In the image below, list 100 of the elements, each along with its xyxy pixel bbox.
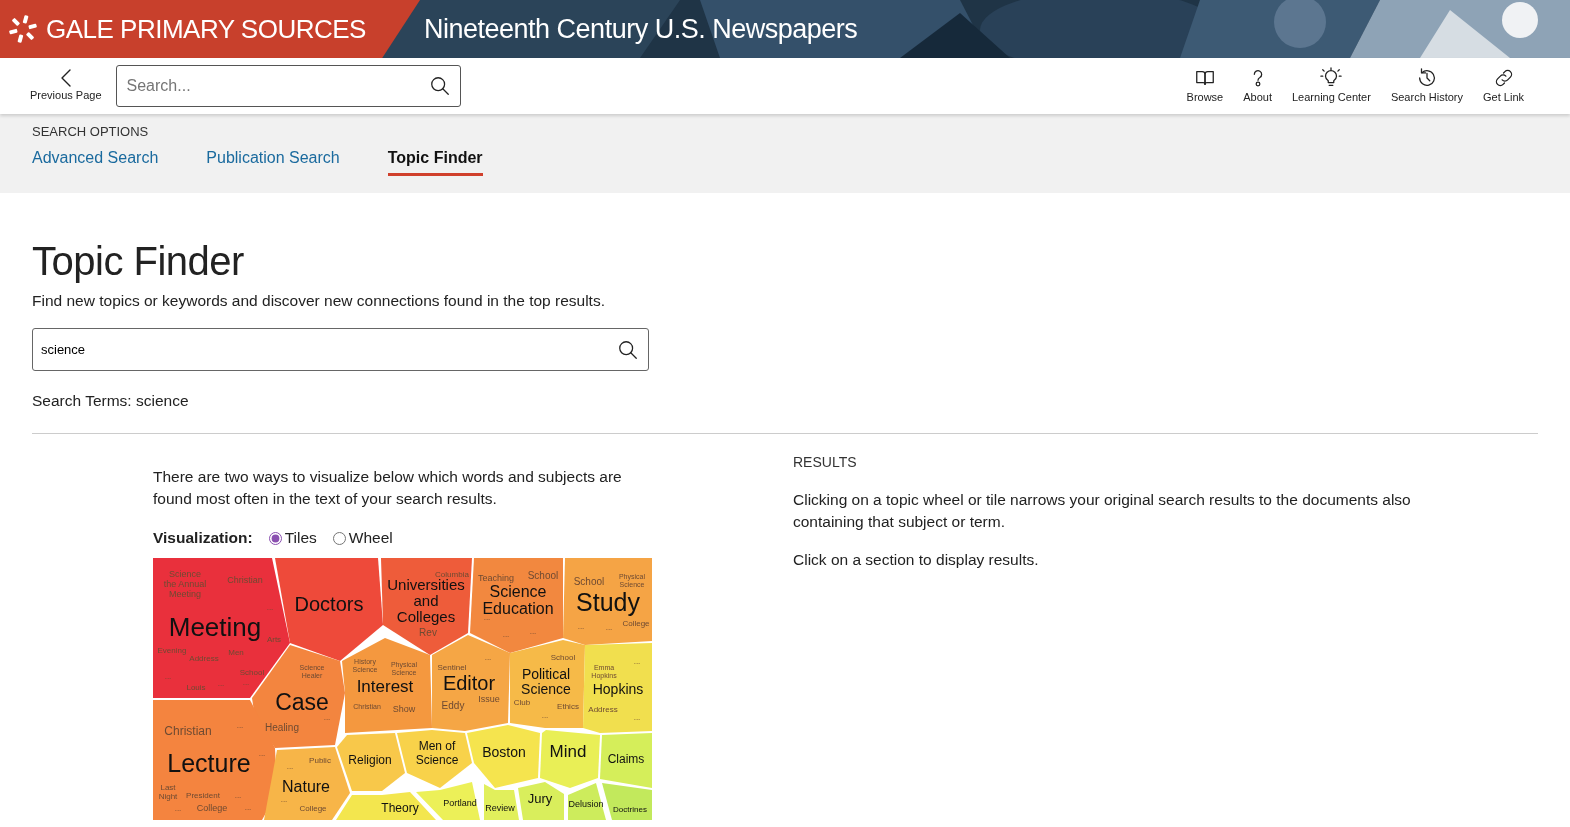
tile-label: Boston [482, 743, 526, 760]
tile-sublabel: School [573, 575, 605, 587]
tile-label: Study [576, 587, 640, 616]
tile-label: Nature [282, 777, 330, 795]
tile-sublabel: ... [217, 678, 225, 688]
toolbar-button[interactable]: About [1237, 66, 1278, 106]
topic-tile[interactable] [563, 557, 652, 645]
tile-label: Men of Science [415, 738, 459, 767]
search-icon [617, 338, 639, 361]
tile-label: Case [275, 688, 329, 715]
visualization-intro: There are two ways to visualize below which words and subjects are found most often in the text of your search results. [153, 466, 623, 509]
tile-sublabel: Issue [478, 693, 500, 704]
topic-tile[interactable] [518, 781, 564, 820]
tile-label: Lecture [167, 748, 251, 777]
tile-sublabel: ... [164, 671, 172, 681]
tile-label: Hopkins [592, 680, 644, 697]
topic-tile[interactable] [600, 732, 652, 788]
topic-tile[interactable] [568, 782, 606, 820]
topic-tile[interactable] [583, 642, 652, 733]
tile-sublabel: ... [236, 720, 244, 730]
tile-sublabel: ... [242, 677, 250, 687]
tile-sublabel: Address [588, 704, 618, 714]
topic-tile[interactable] [602, 782, 652, 820]
tile-sublabel: ... [266, 602, 274, 612]
tile-sublabel: Evening [157, 645, 187, 655]
topic-tile[interactable] [467, 724, 540, 788]
lightbulb-icon [1320, 66, 1343, 89]
tile-label: Claims [607, 751, 645, 766]
search-option-tab[interactable]: Publication Search [206, 145, 340, 176]
topic-search-field[interactable]: science [32, 328, 649, 372]
search-field[interactable]: Search... [115, 65, 461, 107]
tile-sublabel: Eddy [441, 699, 465, 711]
radio-button[interactable] [332, 531, 346, 545]
toolbar-button[interactable]: Browse [1180, 66, 1230, 106]
topic-tile[interactable] [397, 729, 472, 788]
page-description: Find new topics or keywords and discover new connections found in the top results. [32, 291, 606, 311]
tile-sublabel: Christian [227, 574, 263, 585]
section-heading: SEARCH OPTIONS [32, 123, 150, 141]
toolbar-button[interactable]: Get Link [1477, 66, 1530, 106]
tile-sublabel: Rev [419, 626, 437, 638]
tile-sublabel: ... [577, 621, 585, 631]
topic-tile[interactable] [336, 791, 436, 820]
tile-sublabel: ... [258, 748, 266, 758]
tile-sublabel: Show [392, 703, 416, 714]
tile-sublabel: Last Night [158, 782, 178, 801]
tile-sublabel: ... [633, 712, 641, 722]
tile-sublabel: Arts [266, 634, 282, 644]
search-option-tab[interactable]: Topic Finder [387, 145, 483, 176]
option-label[interactable]: Tiles [284, 526, 317, 550]
tile-sublabel: Club [513, 697, 531, 707]
tile-sublabel: Ethics [557, 701, 579, 711]
topic-tile[interactable] [540, 729, 600, 788]
collection-title: Nineteenth Century U.S. Newspapers [424, 12, 858, 46]
tile-label: Political Science [521, 665, 571, 697]
tile-sublabel: President [186, 790, 220, 800]
tile-sublabel: ... [541, 710, 549, 720]
topic-tile[interactable] [264, 746, 350, 820]
topic-tile[interactable] [470, 557, 563, 653]
option-label[interactable]: Wheel [348, 526, 393, 550]
toolbar-button[interactable]: Search History [1384, 66, 1470, 106]
tile-sublabel: School [239, 667, 265, 677]
tile-sublabel: Public [309, 755, 331, 765]
tile-sublabel: Address [189, 653, 219, 663]
tile-label: Religion [348, 752, 392, 767]
search-terms: Search Terms: science [32, 391, 190, 412]
topic-tile[interactable] [342, 637, 432, 733]
logo-icon [8, 14, 38, 44]
tile-sublabel: Teaching [478, 572, 514, 583]
tile-sublabel: School [527, 569, 559, 581]
topic-tile[interactable] [432, 634, 510, 731]
tile-label: Doctrines [613, 804, 647, 814]
search-option-tab[interactable]: Advanced Search [32, 145, 159, 176]
tile-sublabel: ... [174, 803, 182, 813]
toolbar-button[interactable]: Learning Center [1286, 66, 1377, 106]
tile-sublabel: ... [605, 622, 613, 632]
tile-sublabel: ... [484, 652, 492, 662]
tile-sublabel: ... [529, 626, 537, 636]
tile-sublabel: ... [323, 712, 331, 722]
results-heading: RESULTS [793, 452, 858, 472]
tile-sublabel: ... [502, 629, 510, 639]
tile-label: Delusion [568, 798, 604, 809]
tile-sublabel: Men [228, 647, 244, 657]
tile-sublabel: Christian [164, 723, 212, 738]
topic-tile[interactable] [510, 639, 585, 728]
tile-sublabel: School [550, 652, 576, 662]
results-text: Clicking on a topic wheel or tile narrows your original search results to the documents also containing that subject or term. [793, 489, 1412, 532]
radio-button[interactable] [268, 531, 282, 545]
tile-label: Interest [356, 676, 414, 696]
tile-label: Theory [381, 800, 419, 815]
tile-sublabel: ... [280, 794, 288, 804]
tile-sublabel: ... [234, 790, 242, 800]
tile-sublabel: ... [633, 656, 641, 666]
tile-sublabel: ... [286, 761, 294, 771]
tile-label: Meeting [168, 611, 262, 642]
previous-page-button[interactable]: Previous Page [24, 68, 108, 104]
topic-tile[interactable] [484, 783, 519, 820]
back-icon [60, 68, 71, 87]
tile-label: Review [485, 802, 515, 813]
tile-label: Science Education [482, 582, 554, 617]
tile-sublabel: ... [244, 802, 252, 812]
